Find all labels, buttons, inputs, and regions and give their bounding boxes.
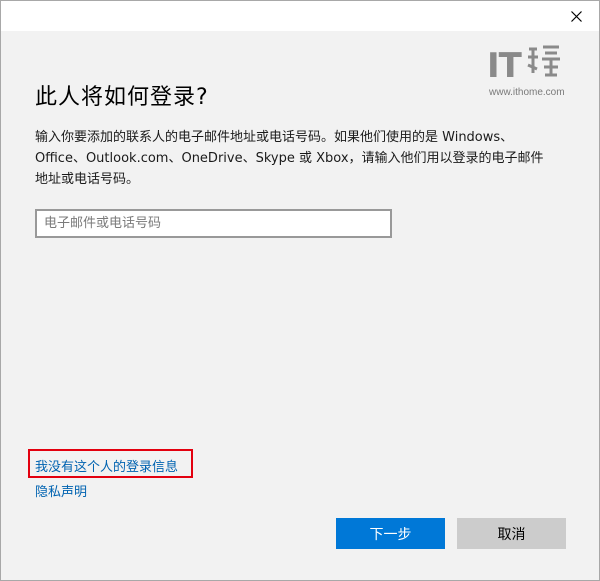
page-title: 此人将如何登录? [35, 85, 209, 110]
ithome-logo-glyph [525, 43, 563, 83]
next-button[interactable]: 下一步 [336, 518, 445, 549]
ithome-watermark: IT www.ithome.com [487, 41, 583, 98]
close-button[interactable] [553, 1, 599, 31]
ithome-logo: IT [487, 41, 583, 83]
ithome-url: www.ithome.com [489, 87, 565, 98]
no-signin-info-link[interactable]: 我没有这个人的登录信息 [35, 456, 178, 475]
title-bar [1, 1, 599, 31]
instructions-text: 输入你要添加的联系人的电子邮件地址或电话号码。如果他们使用的是 Windows、… [35, 130, 544, 187]
add-user-dialog: IT www.ithome.com 此人将如何登录? 输入你要添加的联系人的电子… [0, 0, 600, 581]
cancel-button[interactable]: 取消 [457, 518, 566, 549]
email-or-phone-input[interactable] [35, 209, 392, 238]
privacy-statement-link[interactable]: 隐私声明 [35, 481, 87, 500]
ithome-logo-text: IT [487, 46, 522, 86]
close-icon [570, 7, 582, 26]
